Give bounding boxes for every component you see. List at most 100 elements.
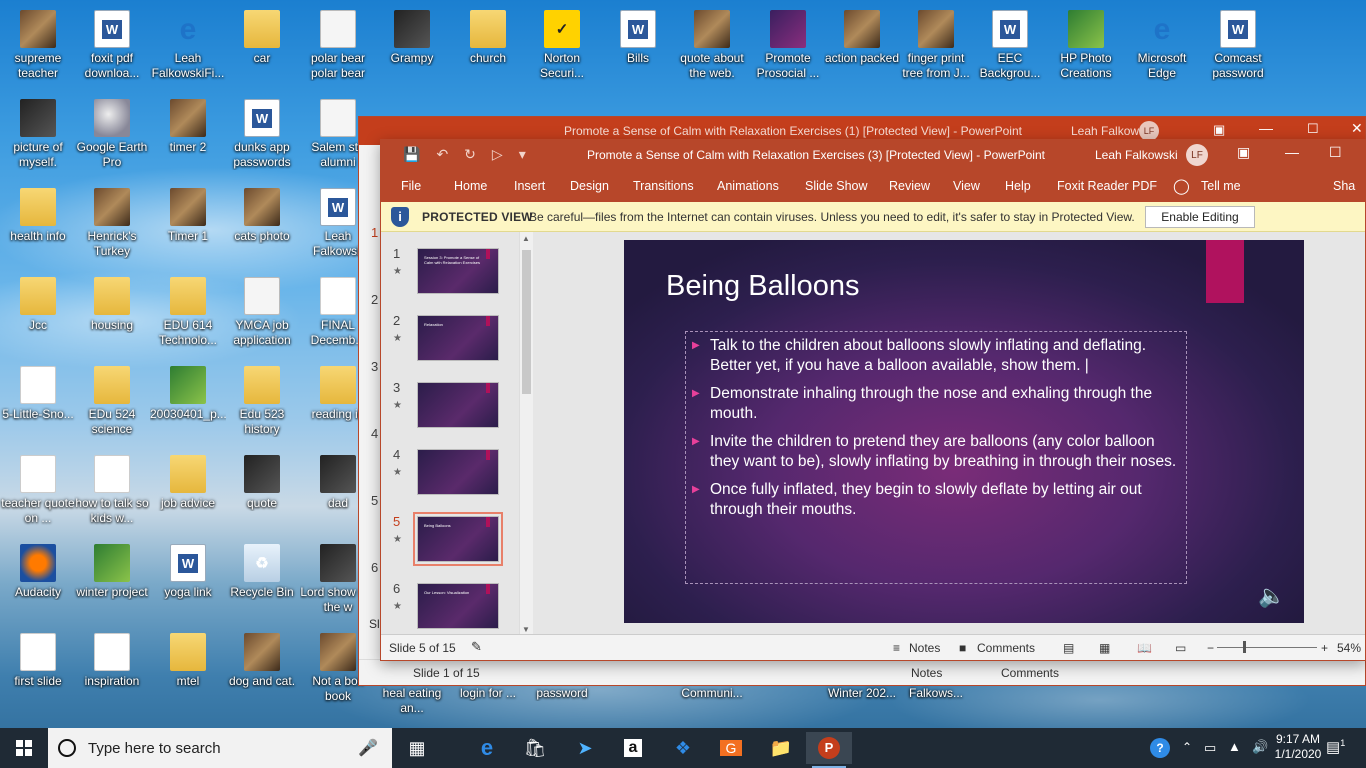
titlebar[interactable]: 💾 ↶ ↻ ▷ ▾ Promote a Sense of Calm with R…	[381, 140, 1365, 170]
scroll-up-icon[interactable]: ▲	[522, 234, 530, 243]
thumbnails-scrollbar[interactable]: ▲ ▼	[519, 232, 533, 636]
comments-icon[interactable]: ■	[959, 641, 966, 655]
desktop-icon[interactable]: Grampy	[374, 6, 450, 92]
help-tray-icon[interactable]: ?	[1150, 738, 1170, 768]
desktop-icon[interactable]: car	[224, 6, 300, 92]
background-ribbon-display-icon[interactable]: ▣	[1213, 122, 1225, 138]
desktop-icon[interactable]: first slide	[0, 629, 76, 715]
desktop-icon[interactable]: Jcc	[0, 273, 76, 359]
desktop-icon-partial[interactable]: Winter 202...	[824, 686, 900, 716]
redo-icon[interactable]: ↻	[464, 146, 476, 163]
desktop-icon[interactable]: quote about the web.	[674, 6, 750, 92]
zoom-in-icon[interactable]: +	[1321, 641, 1328, 655]
slide-thumbnail[interactable]: 6 ★ Our Lesson: Visualization	[381, 579, 521, 639]
slide-sorter-icon[interactable]: ▦	[1099, 641, 1110, 655]
desktop-icon[interactable]: 20030401_p...	[150, 362, 226, 448]
microphone-icon[interactable]: 🎤	[358, 738, 378, 758]
desktop-icon[interactable]: EDu 524 science	[74, 362, 150, 448]
tab-help[interactable]: Help	[1005, 179, 1031, 193]
background-window-avatar[interactable]: LF	[1139, 121, 1159, 141]
tab-transitions[interactable]: Transitions	[633, 179, 694, 193]
maximize-icon[interactable]: ☐	[1329, 144, 1342, 161]
desktop-icon[interactable]: YMCA job application	[224, 273, 300, 359]
desktop-icon[interactable]: action packed	[824, 6, 900, 92]
desktop-icon[interactable]: e Microsoft Edge	[1124, 6, 1200, 92]
zoom-slider[interactable]	[1217, 647, 1317, 648]
desktop-icon[interactable]: EDU 614 Technolo...	[150, 273, 226, 359]
wifi-icon[interactable]: ▲	[1228, 739, 1241, 768]
notes-button[interactable]: Notes	[909, 641, 940, 655]
desktop-icon[interactable]: Timer 1	[150, 184, 226, 270]
tab-file[interactable]: File	[401, 179, 421, 193]
desktop-icon-partial[interactable]: login for ...	[450, 686, 526, 716]
tab-insert[interactable]: Insert	[514, 179, 545, 193]
desktop-icon-partial[interactable]: heal eating an...	[374, 686, 450, 716]
notes-icon[interactable]: ≡	[893, 641, 900, 655]
desktop-icon[interactable]: Bills	[600, 6, 676, 92]
desktop-icon-partial[interactable]: Falkows...	[898, 686, 974, 716]
zoom-slider-knob[interactable]	[1243, 641, 1246, 653]
clock[interactable]: 9:17 AM 1/1/2020	[1274, 732, 1322, 768]
tab-design[interactable]: Design	[570, 179, 609, 193]
desktop-icon[interactable]: ✓ Norton Securi...	[524, 6, 600, 92]
slide-show-icon[interactable]: ▭	[1175, 641, 1186, 655]
avatar[interactable]: LF	[1186, 144, 1208, 166]
desktop-icon[interactable]: winter project	[74, 540, 150, 626]
desktop-icon[interactable]: Comcast password	[1200, 6, 1276, 92]
slide-thumbnail[interactable]: 4 ★	[381, 445, 521, 505]
slide-thumbnail[interactable]: 5 ★ Being Balloons	[381, 512, 521, 572]
file-explorer-icon[interactable]: 📁	[758, 732, 804, 764]
background-notes-button[interactable]: Notes	[911, 666, 942, 680]
desktop-icon[interactable]: HP Photo Creations	[1048, 6, 1124, 92]
action-center-icon[interactable]: ▤1	[1326, 738, 1345, 768]
desktop-icon[interactable]: yoga link	[150, 540, 226, 626]
store-taskbar-icon[interactable]: 🛍	[512, 732, 558, 764]
tab-animations[interactable]: Animations	[717, 179, 779, 193]
desktop-icon[interactable]: supreme teacher	[0, 6, 76, 92]
dropbox-taskbar-icon[interactable]: ❖	[660, 732, 706, 764]
tab-foxit-reader-pdf[interactable]: Foxit Reader PDF	[1057, 179, 1157, 193]
desktop-icon[interactable]: how to talk so kids w...	[74, 451, 150, 537]
slide-title[interactable]: Being Balloons	[666, 270, 859, 303]
start-button[interactable]	[0, 728, 48, 768]
desktop-icon[interactable]: EEC Backgrou...	[972, 6, 1048, 92]
desktop-icon[interactable]: job advice	[150, 451, 226, 537]
comments-button[interactable]: Comments	[977, 641, 1035, 655]
tab-home[interactable]: Home	[454, 179, 487, 193]
undo-icon[interactable]: ↶	[436, 146, 448, 163]
slide-thumbnail[interactable]: 2 ★ Relaxation	[381, 311, 521, 371]
normal-view-icon[interactable]: ▤	[1063, 641, 1074, 655]
desktop-icon[interactable]: cats photo	[224, 184, 300, 270]
desktop-icon[interactable]: Google Earth Pro	[74, 95, 150, 181]
desktop-icon[interactable]: mtel	[150, 629, 226, 715]
user-name[interactable]: Leah Falkowski	[1095, 148, 1178, 162]
desktop-icon[interactable]: picture of myself.	[0, 95, 76, 181]
slide-thumbnail[interactable]: 1 ★ Session 3: Promote a Sense of Calm wit…	[381, 244, 521, 304]
powerpoint-taskbar-icon[interactable]: P	[806, 732, 852, 768]
desktop-icon[interactable]: inspiration	[74, 629, 150, 715]
desktop-icon[interactable]: quote	[224, 451, 300, 537]
desktop-icon-partial[interactable]: password	[524, 686, 600, 716]
present-from-start-icon[interactable]: ▷	[492, 146, 503, 163]
desktop-icon[interactable]: dunks app passwords	[224, 95, 300, 181]
save-icon[interactable]: 💾	[403, 146, 420, 163]
share-button[interactable]: Sha	[1333, 179, 1355, 193]
foxit-taskbar-icon[interactable]: G	[708, 732, 754, 764]
desktop-icon[interactable]: church	[450, 6, 526, 92]
desktop-icon[interactable]: finger print tree from J...	[898, 6, 974, 92]
show-hidden-icons[interactable]: ⌃	[1182, 740, 1192, 768]
enable-editing-button[interactable]: Enable Editing	[1145, 206, 1255, 228]
desktop-icon[interactable]: timer 2	[150, 95, 226, 181]
scroll-down-icon[interactable]: ▼	[522, 625, 530, 634]
task-view-icon[interactable]: ▦	[394, 732, 440, 764]
desktop-icon[interactable]: health info	[0, 184, 76, 270]
amazon-taskbar-icon[interactable]: a	[610, 732, 656, 764]
desktop-icon[interactable]: Audacity	[0, 540, 76, 626]
desktop-icon[interactable]: Henrick's Turkey	[74, 184, 150, 270]
spell-check-icon[interactable]: ✎	[471, 639, 482, 655]
reading-view-icon[interactable]: 📖	[1137, 641, 1152, 655]
desktop-icon-partial[interactable]: Communi...	[674, 686, 750, 716]
customize-qat-icon[interactable]: ▾	[519, 146, 526, 163]
volume-icon[interactable]: 🔊	[1252, 739, 1268, 768]
zoom-level[interactable]: 54%	[1337, 641, 1361, 655]
